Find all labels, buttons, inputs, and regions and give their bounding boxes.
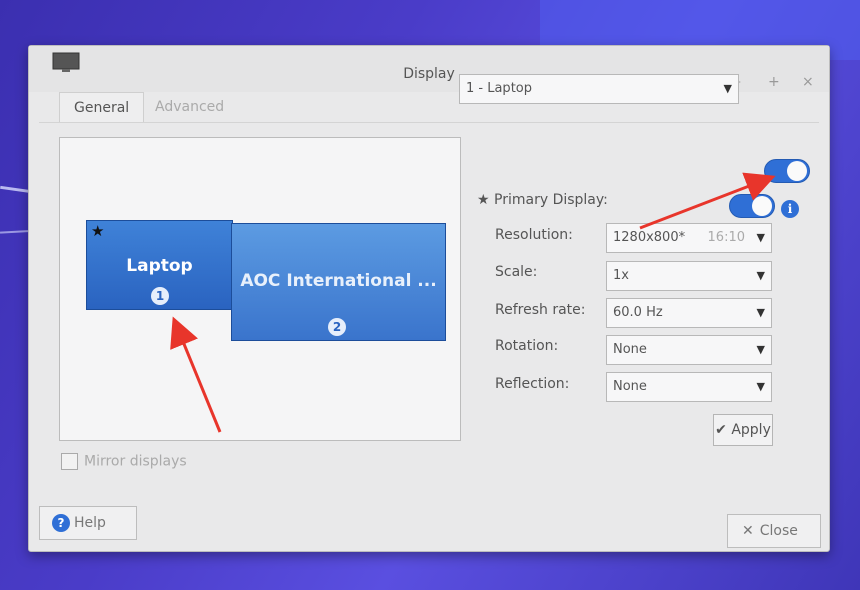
reflection-value: None [613,379,647,394]
chevron-down-icon: ▼ [723,82,732,95]
close-window-button[interactable]: × [802,74,814,90]
resolution-value: 1280x800* [613,230,686,245]
help-icon: ? [52,514,70,532]
toggle-knob [787,161,807,181]
chevron-down-icon: ▼ [756,231,765,244]
scale-dropdown[interactable]: 1x ▼ [606,261,772,291]
help-button[interactable]: ? Help [39,506,137,540]
close-label: Close [759,523,798,539]
reflection-dropdown[interactable]: None ▼ [606,372,772,402]
primary-star-icon: ★ [91,222,105,240]
display-aoc-tile[interactable]: AOC International ... 2 [231,223,446,341]
display-enabled-toggle[interactable] [764,159,810,183]
resolution-dropdown[interactable]: 1280x800* 16:10 ▼ [606,223,772,253]
refresh-rate-label: Refresh rate: [495,302,586,318]
tab-advanced[interactable]: Advanced [141,92,238,122]
primary-display-row: ★ Primary Display: [477,192,608,208]
tab-general[interactable]: General [59,92,145,123]
help-label: Help [74,515,106,531]
primary-display-label: Primary Display: [494,192,608,208]
display-number-badge: 2 [328,318,346,336]
aspect-ratio: 16:10 [707,230,745,245]
maximize-button[interactable]: + [768,74,780,90]
chevron-down-icon: ▼ [756,306,765,319]
display-name: Laptop [126,256,193,276]
close-button[interactable]: ✕ Close [727,514,821,548]
display-select-dropdown[interactable]: 1 - Laptop ▼ [459,74,739,104]
close-icon: ✕ [742,523,754,539]
reflection-label: Reflection: [495,376,570,392]
checkbox-box[interactable] [61,453,78,470]
toggle-knob [752,196,772,216]
display-name: AOC International ... [240,271,437,291]
display-settings-window: Display – + × General Advanced ★ Laptop … [28,45,830,552]
resolution-label: Resolution: [495,227,573,243]
rotation-dropdown[interactable]: None ▼ [606,335,772,365]
checkmark-icon: ✔ [715,422,727,438]
refresh-rate-dropdown[interactable]: 60.0 Hz ▼ [606,298,772,328]
display-arrangement-preview: ★ Laptop 1 AOC International ... 2 [59,137,461,441]
scale-label: Scale: [495,264,538,280]
rotation-value: None [613,342,647,357]
display-number-badge: 1 [151,287,169,305]
mirror-displays-label: Mirror displays [84,453,187,470]
scale-value: 1x [613,268,629,283]
apply-button[interactable]: ✔ Apply [713,414,773,446]
chevron-down-icon: ▼ [756,343,765,356]
mirror-displays-checkbox[interactable]: Mirror displays [61,453,187,470]
primary-display-toggle[interactable] [729,194,775,218]
display-laptop-tile[interactable]: ★ Laptop 1 [86,220,233,310]
chevron-down-icon: ▼ [756,269,765,282]
star-icon: ★ [477,192,490,208]
rotation-label: Rotation: [495,338,559,354]
info-icon[interactable]: i [781,200,799,218]
display-select-value: 1 - Laptop [466,81,532,96]
chevron-down-icon: ▼ [756,380,765,393]
refresh-rate-value: 60.0 Hz [613,305,663,320]
apply-label: Apply [731,422,771,438]
